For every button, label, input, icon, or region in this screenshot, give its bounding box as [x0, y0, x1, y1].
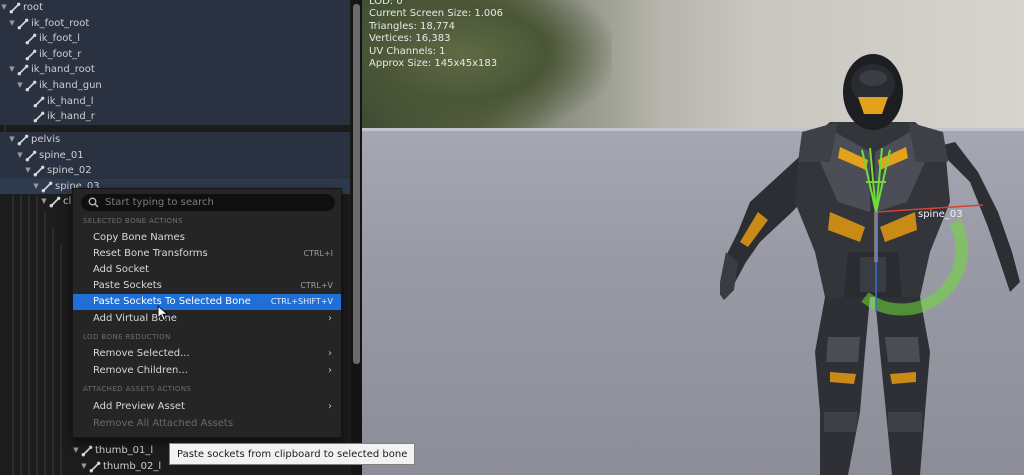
- tree-row-ik_hand_gun[interactable]: ▼ ik_hand_gun: [0, 78, 350, 94]
- chevron-right-icon: ›: [328, 365, 332, 376]
- tree-row-label: pelvis: [31, 134, 61, 145]
- tree-row-label: ik_hand_r: [47, 111, 95, 123]
- add-socket-item[interactable]: Add Socket: [73, 262, 341, 278]
- collapse-arrow-icon[interactable]: ▼: [72, 443, 80, 459]
- menu-item-label: Reset Bone Transforms: [93, 248, 208, 259]
- tree-row-ik_hand_root[interactable]: ▼ ik_hand_root: [0, 62, 350, 78]
- tree-row-pelvis[interactable]: ▼ pelvis: [0, 132, 350, 148]
- tree-scrollbar[interactable]: [351, 0, 362, 475]
- collapse-arrow-icon[interactable]: ▼: [16, 78, 24, 94]
- tree-row-label: ik_hand_root: [31, 64, 95, 76]
- bone-icon: [33, 165, 45, 177]
- remove-children-item[interactable]: Remove Children... ›: [73, 363, 341, 379]
- collapse-arrow-icon[interactable]: ▼: [40, 194, 48, 210]
- menu-search-box[interactable]: [81, 194, 335, 211]
- tree-row-ik_hand_l[interactable]: ik_hand_l: [0, 93, 350, 110]
- tree-row-label: ik_foot_root: [31, 17, 90, 29]
- character-mesh[interactable]: [720, 52, 1024, 475]
- stat-uv-channels: UV Channels: 1: [369, 45, 446, 57]
- reset-bone-transforms-item[interactable]: Reset Bone Transforms CTRL+I: [73, 246, 341, 262]
- menu-search-input[interactable]: [105, 195, 325, 210]
- bone-icon: [17, 134, 29, 146]
- tree-row-label: thumb_02_l: [103, 460, 162, 472]
- menu-item-label: Paste Sockets To Selected Bone: [93, 296, 251, 307]
- tree-scroll-thumb[interactable]: [353, 4, 360, 364]
- menu-item-tooltip: Paste sockets from clipboard to selected…: [169, 443, 416, 465]
- stat-triangles: Triangles: 18,774: [369, 20, 456, 32]
- tree-row-spine_01[interactable]: ▼ spine_01: [0, 147, 350, 164]
- stat-approx-size: Approx Size: 145x45x183: [369, 58, 498, 70]
- menu-item-label: Copy Bone Names: [93, 232, 185, 243]
- remove-selected-item[interactable]: Remove Selected... ›: [73, 346, 341, 362]
- tree-row-root[interactable]: ▼ root: [0, 0, 350, 16]
- mouse-cursor-icon: [157, 305, 169, 322]
- tree-row-ik_foot_root[interactable]: ▼ ik_foot_root: [0, 15, 350, 32]
- bone-icon: [33, 96, 45, 107]
- chevron-right-icon: ›: [328, 313, 332, 324]
- stat-screen-size: Current Screen Size: 1.006: [369, 8, 503, 20]
- section-attached-assets-actions: ATTACHED ASSETS ACTIONS: [83, 385, 192, 393]
- menu-item-label: Add Socket: [93, 264, 150, 275]
- stat-lod: LOD: 0: [369, 0, 403, 7]
- add-preview-asset-item[interactable]: Add Preview Asset ›: [73, 399, 341, 415]
- collapse-arrow-icon[interactable]: ▼: [16, 148, 24, 164]
- bone-icon: [25, 49, 37, 61]
- section-lod-bone-reduction: LOD BONE REDUCTION: [83, 333, 171, 341]
- tree-row-label: ik_hand_gun: [39, 80, 102, 91]
- section-selected-bone-actions: SELECTED BONE ACTIONS: [83, 217, 183, 225]
- tree-row-label: root: [23, 2, 44, 13]
- copy-bone-names-item[interactable]: Copy Bone Names: [73, 230, 341, 246]
- remove-all-attached-assets-item: Remove All Attached Assets: [73, 416, 341, 432]
- bone-icon: [17, 18, 29, 29]
- shortcut-label: CTRL+V: [300, 281, 333, 290]
- collapse-arrow-icon[interactable]: ▼: [80, 459, 88, 475]
- bone-icon: [41, 181, 53, 193]
- menu-item-label: Add Preview Asset: [93, 401, 185, 412]
- tree-row-label: ik_foot_l: [39, 33, 81, 45]
- menu-item-label: Remove Selected...: [93, 348, 190, 359]
- bone-icon: [25, 150, 37, 161]
- bone-icon: [25, 80, 37, 92]
- menu-item-label: Paste Sockets: [93, 280, 162, 291]
- tree-row-ik_foot_l[interactable]: ik_foot_l: [0, 31, 350, 47]
- bone-icon: [9, 2, 21, 14]
- bone-icon: [17, 64, 29, 76]
- tree-row-label: ik_hand_l: [47, 95, 94, 107]
- chevron-right-icon: ›: [328, 401, 332, 412]
- menu-item-label: Remove Children...: [93, 365, 188, 376]
- bone-icon: [25, 33, 37, 45]
- collapse-arrow-icon[interactable]: ▼: [8, 62, 16, 78]
- collapse-arrow-icon[interactable]: ▼: [8, 132, 16, 148]
- shortcut-label: CTRL+SHIFT+V: [270, 297, 333, 306]
- search-icon: [88, 197, 99, 208]
- tree-row-label: thumb_01_l: [95, 445, 154, 456]
- tree-row-label: ik_foot_r: [39, 48, 82, 60]
- tree-row-ik_foot_r[interactable]: ik_foot_r: [0, 46, 350, 63]
- collapse-arrow-icon[interactable]: ▼: [8, 16, 16, 32]
- tree-row-spine_02[interactable]: ▼ spine_02: [0, 163, 350, 179]
- viewport-stats: LOD: 0 Current Screen Size: 1.006 Triang…: [369, 0, 503, 70]
- collapse-arrow-icon[interactable]: ▼: [0, 0, 8, 16]
- bone-icon: [81, 445, 93, 457]
- shortcut-label: CTRL+I: [303, 249, 333, 258]
- chevron-right-icon: ›: [328, 348, 332, 359]
- stat-vertices: Vertices: 16,383: [369, 33, 451, 45]
- add-virtual-bone-item[interactable]: Add Virtual Bone ›: [73, 311, 341, 327]
- collapse-arrow-icon[interactable]: ▼: [32, 179, 40, 195]
- character-head: [843, 54, 903, 130]
- paste-sockets-item[interactable]: Paste Sockets CTRL+V: [73, 278, 341, 294]
- viewport[interactable]: LOD: 0 Current Screen Size: 1.006 Triang…: [362, 0, 1024, 475]
- collapse-arrow-icon[interactable]: ▼: [24, 163, 32, 179]
- bone-icon: [33, 111, 45, 123]
- bone-icon: [89, 461, 101, 472]
- tree-row-ik_hand_r[interactable]: ik_hand_r: [0, 109, 350, 125]
- bone-icon: [49, 196, 61, 208]
- bone-context-menu: SELECTED BONE ACTIONS Copy Bone Names Re…: [72, 188, 342, 438]
- tree-row-label: spine_02: [47, 165, 92, 177]
- paste-sockets-to-selected-bone-item[interactable]: Paste Sockets To Selected Bone CTRL+SHIFT…: [73, 294, 341, 310]
- tree-row-label: spine_01: [39, 149, 84, 161]
- selected-bone-label: spine_03: [918, 209, 963, 220]
- menu-item-label: Remove All Attached Assets: [93, 418, 234, 429]
- character-legs: [815, 297, 930, 475]
